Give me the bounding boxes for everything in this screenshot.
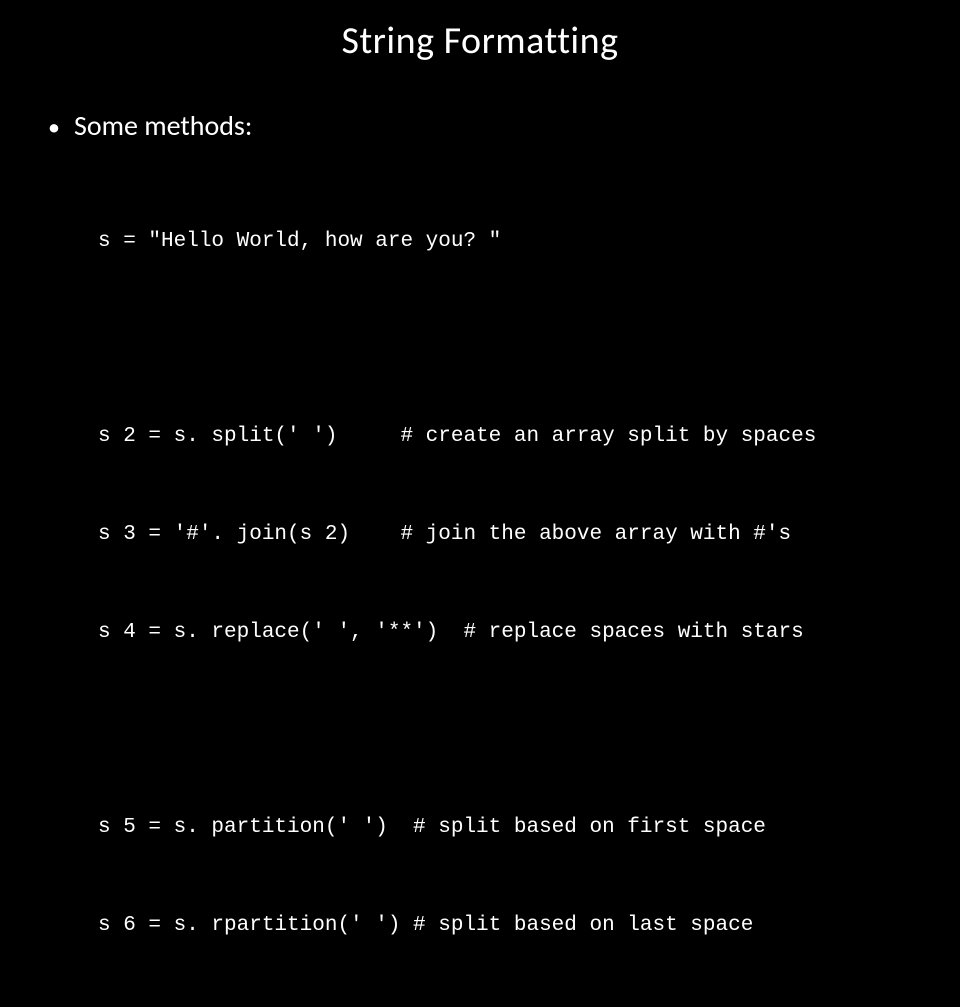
code-line-4: s 4 = s. replace(' ', '**') # replace sp… <box>98 617 920 650</box>
code-line-5: s 5 = s. partition(' ') # split based on… <box>98 812 920 845</box>
code-line-3: s 3 = '#'. join(s 2) # join the above ar… <box>98 519 920 552</box>
code-line-1: s = "Hello World, how are you? " <box>98 226 920 259</box>
bullet-marker: • <box>48 116 60 140</box>
bullet-text: Some methods: <box>74 108 252 143</box>
slide-title: String Formatting <box>40 18 920 64</box>
bullet-item: • Some methods: <box>40 108 920 143</box>
code-block: s = "Hello World, how are you? " s 2 = s… <box>40 161 920 1007</box>
blank-line <box>98 714 920 747</box>
code-line-6: s 6 = s. rpartition(' ') # split based o… <box>98 910 920 943</box>
code-line-2: s 2 = s. split(' ') # create an array sp… <box>98 421 920 454</box>
blank-line <box>98 324 920 357</box>
slide: String Formatting • Some methods: s = "H… <box>0 0 960 540</box>
